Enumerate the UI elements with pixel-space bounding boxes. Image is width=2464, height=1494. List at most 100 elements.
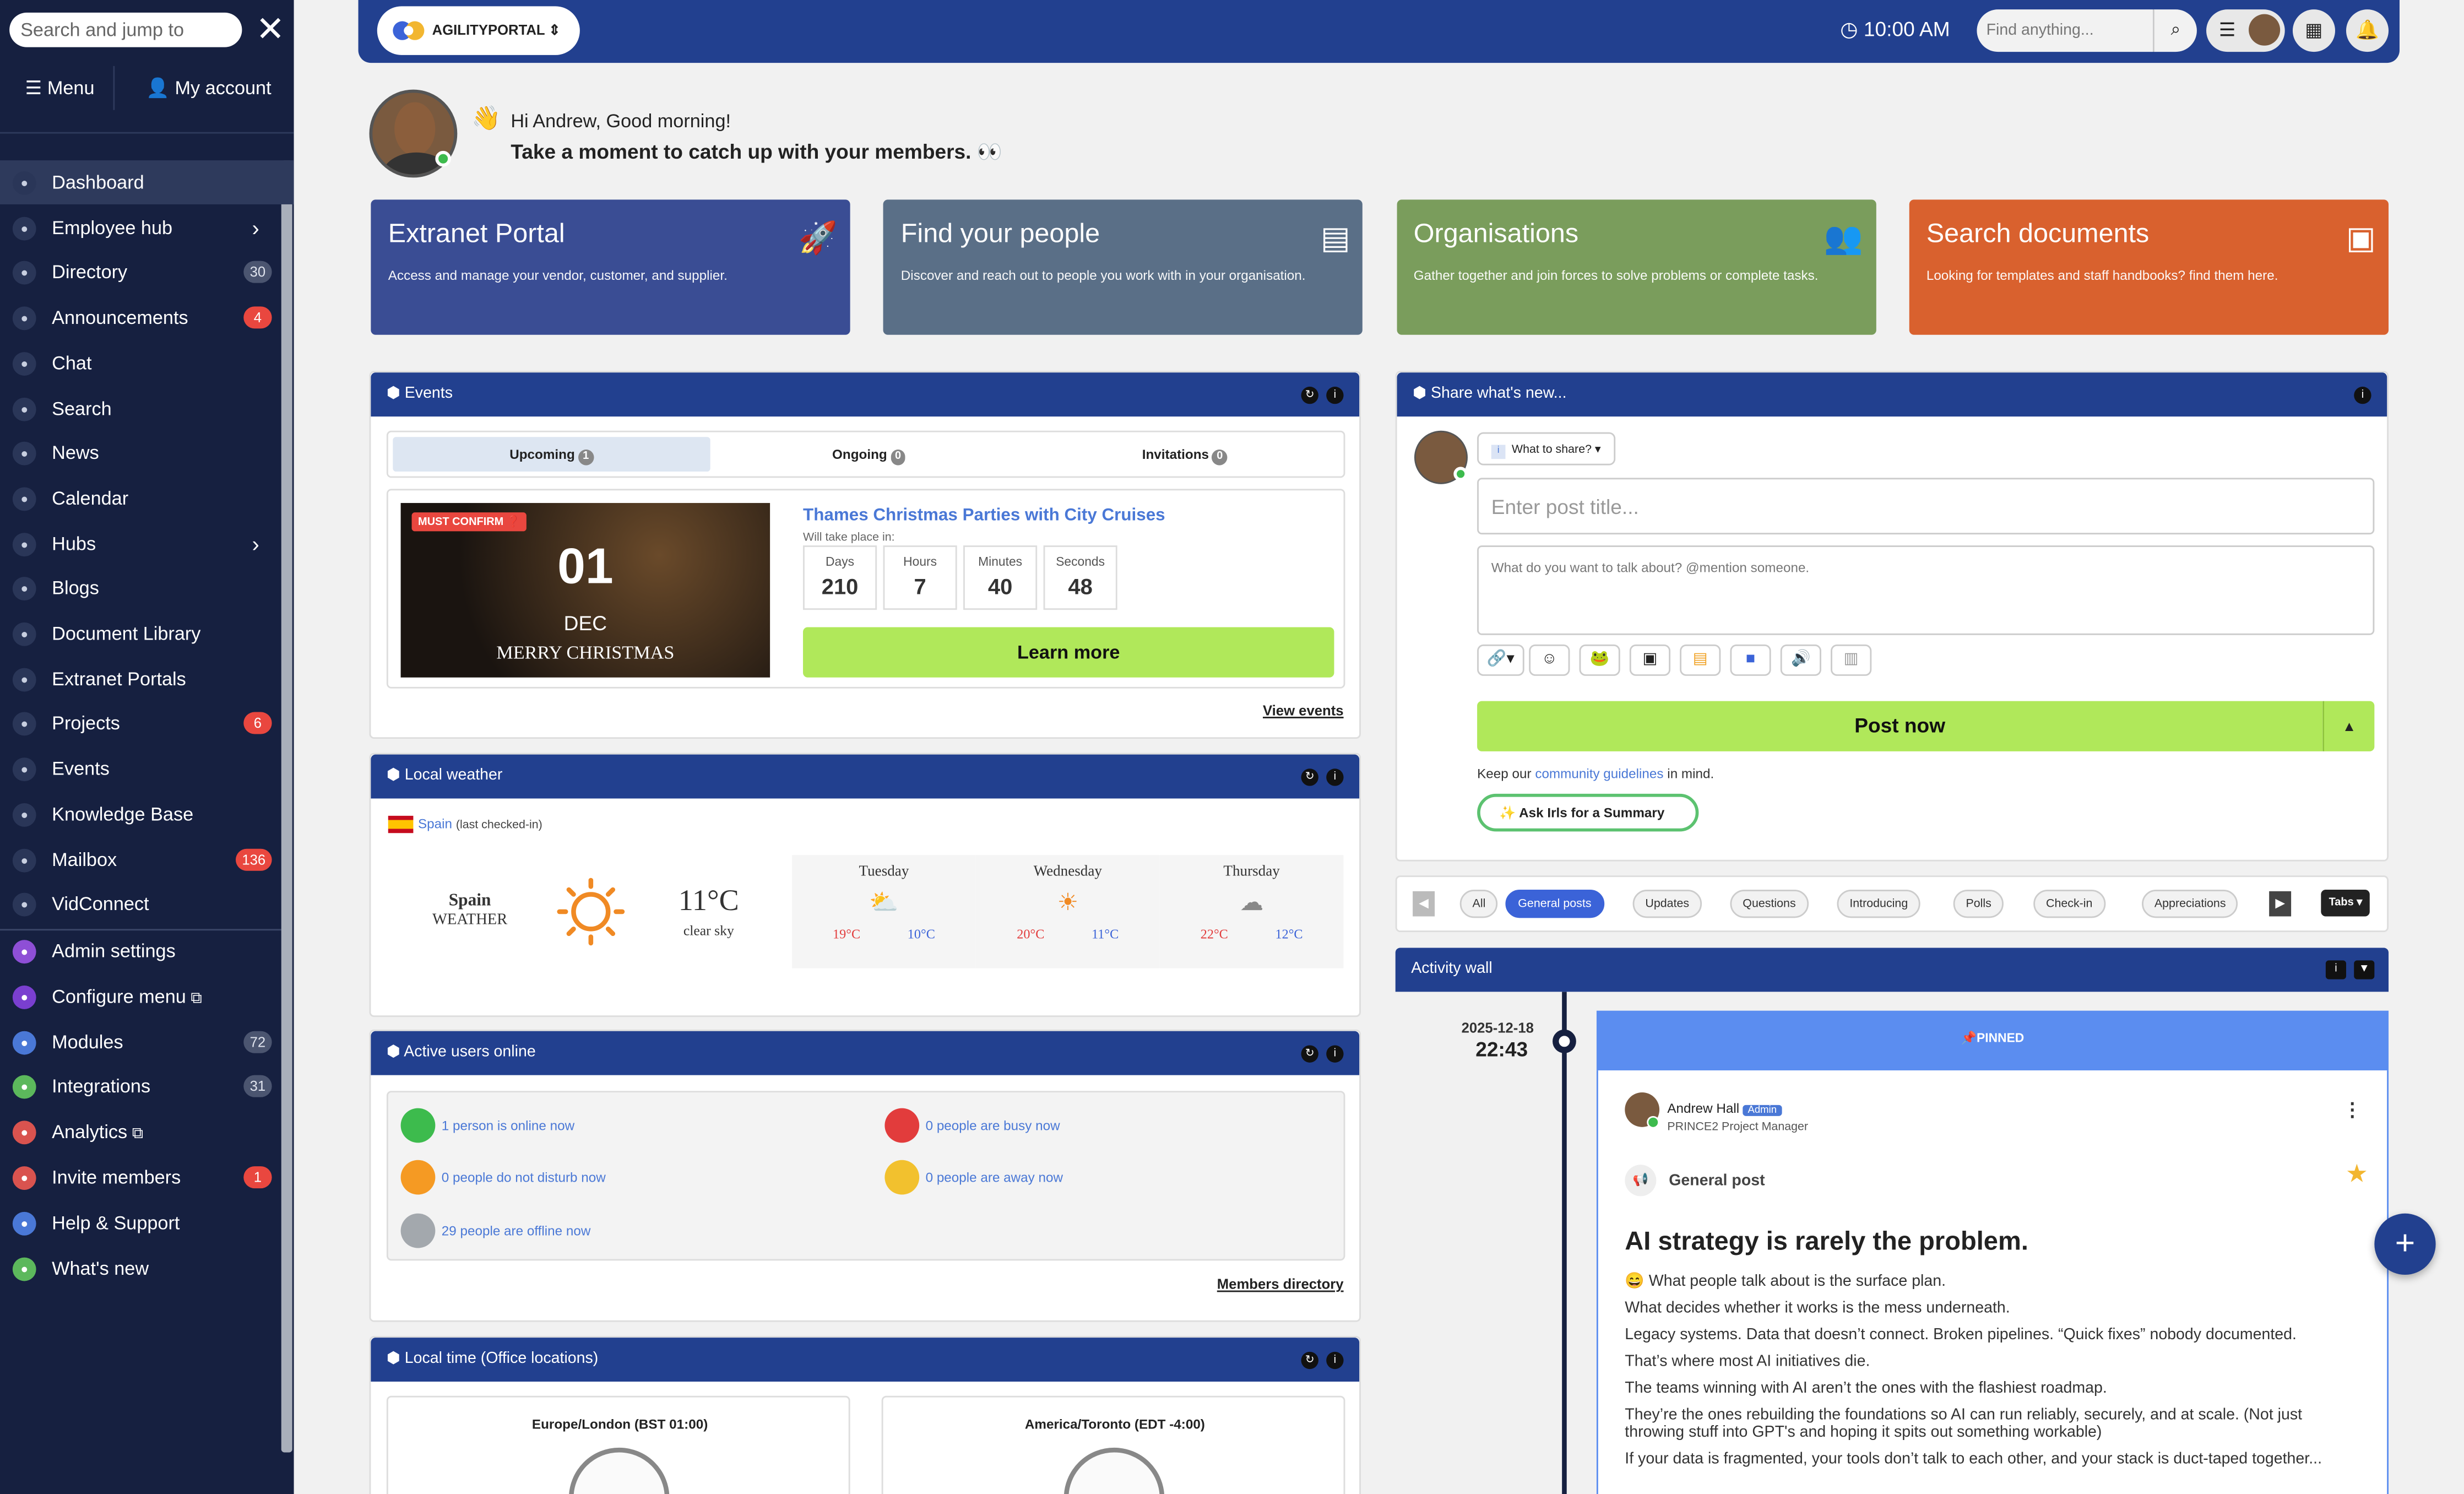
attachment-icon[interactable]: 🔗▾	[1477, 644, 1524, 676]
view-events-link[interactable]: View events	[1263, 702, 1344, 718]
chevron-right-icon[interactable]: ›	[252, 521, 259, 565]
add-fab-button[interactable]: +	[2374, 1213, 2436, 1275]
members-directory-link[interactable]: Members directory	[1217, 1276, 1344, 1292]
sidebar-item-modules[interactable]: ● Modules 72	[0, 1020, 294, 1064]
sidebar-item-mailbox[interactable]: ● Mailbox 136	[0, 837, 294, 881]
next-arrow-icon[interactable]: ▶	[2269, 891, 2292, 917]
sidebar-item-help-support[interactable]: ● Help & Support	[0, 1200, 294, 1244]
sidebar-item-hubs[interactable]: ● Hubs ›	[0, 521, 294, 565]
bell-icon[interactable]: 🔔	[2346, 9, 2389, 52]
event-image[interactable]: MUST CONFIRM ❓ 01 DEC MERRY CHRISTMAS	[400, 503, 770, 678]
away-count-link[interactable]: 0 people are away now	[926, 1170, 1063, 1186]
audio-icon[interactable]: 🔊	[1780, 644, 1821, 676]
post-title-input[interactable]: Enter post title...	[1477, 478, 2375, 535]
camera-icon[interactable]: ▣	[1629, 644, 1671, 676]
panel-header: ⬢ Local weather ↻ i	[371, 754, 1360, 799]
star-icon[interactable]: ★	[2346, 1159, 2368, 1190]
ask-irls-button[interactable]: ✨ Ask Irls for a Summary	[1477, 793, 1699, 832]
refresh-icon[interactable]: ↻	[1301, 768, 1318, 786]
sidebar-item-integrations[interactable]: ● Integrations 31	[0, 1065, 294, 1109]
filter-polls[interactable]: Polls	[1953, 889, 2004, 918]
sidebar-item-directory[interactable]: ● Directory 30	[0, 251, 294, 295]
sidebar-item-knowledge-base[interactable]: ● Knowledge Base	[0, 792, 294, 836]
location-link[interactable]: Spain	[418, 816, 452, 832]
sidebar-item-document-library[interactable]: ● Document Library	[0, 611, 294, 656]
sidebar-item-search[interactable]: ● Search	[0, 386, 294, 430]
refresh-icon[interactable]: ↻	[1301, 1045, 1318, 1063]
info-icon[interactable]: i	[1326, 1045, 1344, 1063]
filter-questions[interactable]: Questions	[1730, 889, 1809, 918]
tab-upcoming[interactable]: Upcoming 1	[393, 437, 710, 472]
guidelines-link[interactable]: community guidelines	[1535, 766, 1663, 782]
refresh-icon[interactable]: ↻	[1301, 386, 1318, 404]
search-icon[interactable]: ⌕	[2153, 9, 2197, 52]
info-icon[interactable]: i	[2325, 960, 2346, 979]
quick-card-organisations[interactable]: Organisations Gather together and join fo…	[1396, 199, 1876, 335]
post-now-button[interactable]: Post now	[1477, 701, 2323, 751]
sidebar-search-input[interactable]: Search and jump to	[9, 12, 242, 47]
info-icon[interactable]: i	[1326, 1351, 1344, 1370]
filter-check-in[interactable]: Check-in	[2033, 889, 2105, 918]
my-account-button[interactable]: 👤 My account	[146, 69, 271, 107]
panel-title: Share what's new...	[1430, 385, 1567, 403]
dnd-count-link[interactable]: 0 people do not disturb now	[442, 1170, 606, 1186]
map-icon[interactable]: ▥	[1831, 644, 1872, 676]
info-icon[interactable]: i	[2354, 386, 2371, 404]
more-options-icon[interactable]: ⋮	[2343, 1098, 2362, 1120]
quick-card-find-your-people[interactable]: Find your people Discover and reach out t…	[883, 199, 1363, 335]
sidebar-item-calendar[interactable]: ● Calendar	[0, 476, 294, 520]
sidebar-item-events[interactable]: ● Events	[0, 747, 294, 791]
quick-card-search-documents[interactable]: Search documents Looking for templates an…	[1909, 199, 2389, 335]
sidebar-item-blogs[interactable]: ● Blogs	[0, 566, 294, 610]
quick-card-extranet-portal[interactable]: Extranet Portal Access and manage your ve…	[371, 199, 850, 335]
close-icon[interactable]: ✕	[254, 12, 286, 47]
chevron-right-icon[interactable]: ›	[252, 205, 259, 250]
refresh-icon[interactable]: ↻	[1301, 1351, 1318, 1370]
filter-icon[interactable]: ▼	[2354, 960, 2375, 979]
sidebar-item-projects[interactable]: ● Projects 6	[0, 702, 294, 746]
filter-appreciations[interactable]: Appreciations	[2142, 889, 2239, 918]
online-count-link[interactable]: 1 person is online now	[442, 1118, 574, 1134]
info-icon[interactable]: i	[1326, 386, 1344, 404]
post-body: 😄 What people talk about is the surface …	[1625, 1273, 2363, 1477]
tab-invitations[interactable]: Invitations 0	[1028, 437, 1342, 472]
info-icon[interactable]: i	[1326, 768, 1344, 786]
event-title[interactable]: Thames Christmas Parties with City Cruis…	[803, 506, 1165, 525]
sidebar-item-announcements[interactable]: ● Announcements 4	[0, 296, 294, 340]
user-menu-button[interactable]: ☰	[2206, 9, 2285, 52]
sidebar-item-invite-members[interactable]: ● Invite members 1	[0, 1155, 294, 1199]
what-to-share-dropdown[interactable]: i What to share? ▾	[1477, 432, 1615, 465]
sidebar-item-vidconnect[interactable]: ● VidConnect	[0, 882, 294, 926]
learn-more-button[interactable]: Learn more	[803, 627, 1334, 678]
tab-ongoing[interactable]: Ongoing 0	[710, 437, 1028, 472]
sidebar-item-configure-menu[interactable]: ● Configure menu ⧉	[0, 974, 294, 1018]
sidebar-item-extranet-portals[interactable]: ● Extranet Portals	[0, 657, 294, 701]
busy-count-link[interactable]: 0 people are busy now	[926, 1118, 1060, 1134]
tabs-dropdown[interactable]: Tabs ▾	[2321, 889, 2370, 917]
sidebar-item-admin-settings[interactable]: ● Admin settings	[0, 929, 294, 973]
filter-general-posts[interactable]: General posts	[1505, 889, 1604, 918]
post-body-textarea[interactable]: What do you want to talk about? @mention…	[1477, 545, 2375, 635]
sidebar-item-employee-hub[interactable]: ● Employee hub ›	[0, 205, 294, 250]
offline-count-link[interactable]: 29 people are offline now	[442, 1223, 591, 1239]
gif-icon[interactable]: 🐸	[1579, 644, 1620, 676]
calendar-icon[interactable]: ▦	[2292, 9, 2336, 52]
menu-button[interactable]: ☰ Menu	[25, 69, 95, 107]
caret-up-icon[interactable]: ▲	[2322, 701, 2375, 751]
filter-all[interactable]: All	[1459, 889, 1499, 918]
image-icon[interactable]: ▤	[1680, 644, 1721, 676]
portal-switcher[interactable]: AGILITYPORTAL ⇕	[377, 6, 580, 55]
post-line: They’re the ones rebuilding the foundati…	[1625, 1406, 2303, 1442]
filter-introducing[interactable]: Introducing	[1837, 889, 1921, 918]
filter-updates[interactable]: Updates	[1632, 889, 1702, 918]
emoji-icon[interactable]: ☺	[1529, 644, 1570, 676]
video-icon[interactable]: ■	[1730, 644, 1771, 676]
prev-arrow-icon[interactable]: ◀	[1413, 891, 1435, 917]
author-name[interactable]: Andrew Hall	[1667, 1100, 1739, 1116]
sidebar-item-dashboard[interactable]: ● Dashboard	[0, 160, 294, 204]
sidebar-item-chat[interactable]: ● Chat	[0, 341, 294, 385]
sidebar-item-what-s-new[interactable]: ● What's new	[0, 1246, 294, 1290]
sidebar-item-analytics[interactable]: ● Analytics ⧉	[0, 1110, 294, 1154]
sidebar-item-news[interactable]: ● News	[0, 431, 294, 475]
global-search-input[interactable]: Find anything...	[1977, 9, 2153, 52]
